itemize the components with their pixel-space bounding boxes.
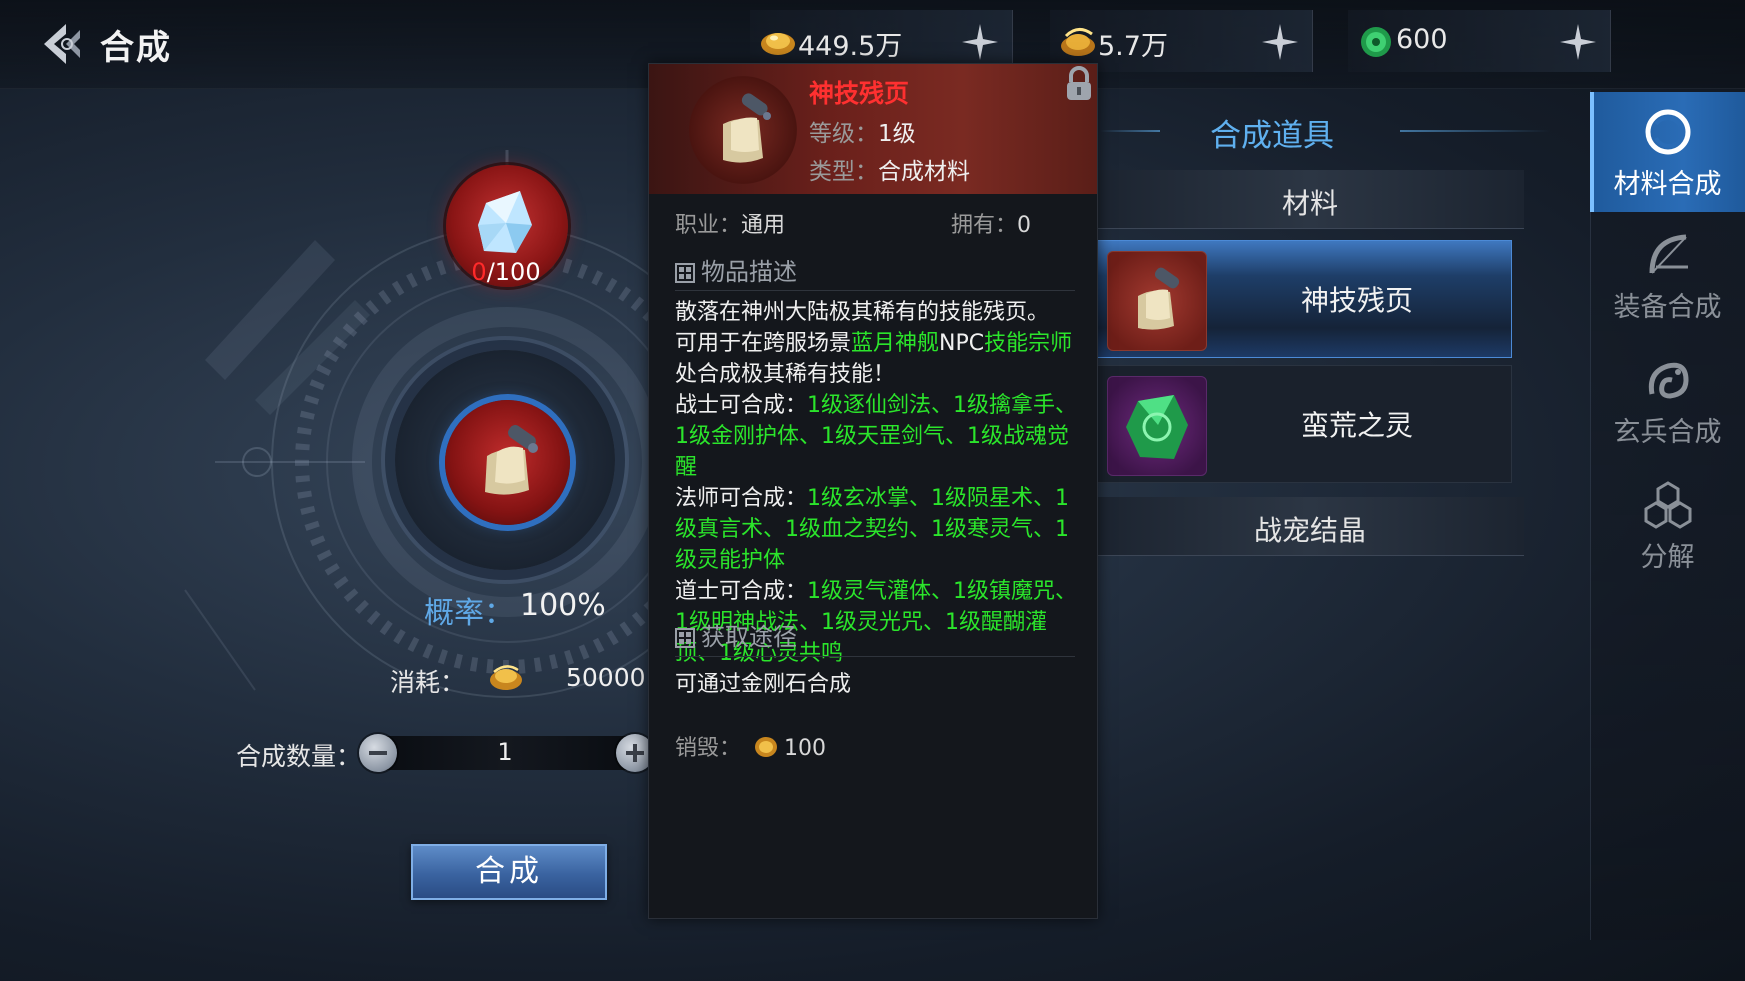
hexagons-icon: [1644, 481, 1692, 529]
tooltip-level: 等级：1级: [809, 114, 916, 148]
gold-ingot-icon: [761, 33, 795, 55]
grid-icon: [675, 263, 695, 283]
class-key: 职业：: [675, 213, 742, 238]
decrease-quantity-button[interactable]: [359, 734, 397, 772]
add-bound-gold-button[interactable]: [1260, 22, 1300, 62]
category-pet-crystal[interactable]: 战宠结晶: [1096, 497, 1524, 556]
tab-material-synthesis[interactable]: 材料合成: [1590, 92, 1745, 212]
category-materials[interactable]: 材料: [1096, 170, 1524, 229]
back-arrow-icon[interactable]: [36, 18, 88, 70]
description-text: NPC: [939, 331, 985, 356]
mage-skills: 法师可合成：1级玄冰掌、1级陨星术、1级真言术、1级血之契约、1级寒灵气、1级灵…: [675, 483, 1080, 576]
grid-icon: [675, 628, 695, 648]
item-label: 蛮荒之灵: [1300, 409, 1413, 442]
list-item-divine-skill-page[interactable]: 神技残页: [1096, 240, 1512, 358]
gold-ingot-icon: [490, 665, 522, 690]
tab-label: 装备合成: [1613, 292, 1722, 323]
title-decoration-left: [1100, 130, 1160, 132]
tab-equipment-synthesis[interactable]: 装备合成: [1590, 215, 1745, 335]
green-crystal-icon: [1126, 395, 1188, 459]
class-value: 通用: [741, 213, 786, 238]
description-line: 可用于在跨服场景蓝月神舰NPC技能宗师处合成极其稀有技能！: [675, 328, 1080, 390]
description-header: 物品描述: [675, 252, 797, 287]
category-materials-label: 材料: [1281, 187, 1338, 220]
description-text: 可用于在跨服场景: [675, 331, 852, 356]
jade-coin-icon: [1361, 27, 1391, 57]
add-jade-button[interactable]: [1558, 22, 1598, 62]
level-key: 等级：: [809, 121, 878, 147]
description-text: 处合成极其稀有技能！: [675, 362, 896, 387]
material-have: 0: [471, 258, 487, 286]
type-key: 类型：: [809, 159, 878, 185]
tooltip-class: 职业：通用: [675, 207, 785, 239]
list-item-wild-spirit[interactable]: 蛮荒之灵: [1096, 365, 1512, 483]
tooltip-type: 类型：合成材料: [809, 152, 970, 186]
bow-icon: [1649, 234, 1688, 274]
description-header-label: 物品描述: [701, 258, 797, 286]
divider: [675, 290, 1075, 291]
destroy-value: 100: [784, 736, 827, 761]
quantity-input[interactable]: 1: [380, 738, 630, 766]
title-decoration-right: [1400, 130, 1550, 132]
currency-jade: 600: [1348, 10, 1611, 72]
npc-highlight: 技能宗师: [984, 331, 1073, 356]
probability-value: 100%: [520, 588, 606, 623]
gold-coin-icon: [755, 737, 778, 757]
destroy-key: 销毁：: [675, 736, 742, 761]
cost-label: 消耗：: [390, 668, 466, 697]
level-value: 1级: [878, 121, 916, 147]
destroy-value-row: 销毁： 100: [675, 730, 826, 762]
add-gold-button[interactable]: [960, 22, 1000, 62]
taoist-key: 道士可合成：: [675, 579, 808, 604]
material-need: /100: [486, 258, 541, 286]
warrior-key: 战士可合成：: [675, 393, 808, 418]
category-pet-label: 战宠结晶: [1253, 514, 1366, 547]
game-screen: 合成 449.5万 5.7万 600 0/100 概率： 100% 消耗： 50…: [0, 0, 1745, 981]
cycle-icon: [1645, 109, 1691, 155]
owned-key: 拥有：: [951, 213, 1018, 238]
tab-divine-weapon-synthesis[interactable]: 玄兵合成: [1590, 340, 1745, 460]
tab-decompose[interactable]: 分解: [1590, 465, 1745, 585]
jade-amount: 600: [1396, 24, 1448, 55]
minus-icon: [369, 751, 387, 755]
dragon-icon: [1648, 362, 1689, 399]
mage-key: 法师可合成：: [675, 486, 808, 511]
item-icon-frame: [1107, 251, 1207, 351]
cost-value: 50000: [566, 663, 646, 692]
synthesize-button[interactable]: 合成: [411, 844, 607, 900]
synthesis-target-slot[interactable]: [445, 400, 570, 525]
type-value: 合成材料: [878, 159, 970, 185]
gold-amount: 449.5万: [798, 31, 903, 62]
source-text: 可通过金刚石合成: [675, 672, 852, 697]
source-header-label: 获取途径: [701, 623, 797, 651]
tooltip-item-name: 神技残页: [809, 79, 910, 108]
divider: [675, 656, 1075, 657]
tab-label: 材料合成: [1613, 169, 1722, 200]
location-highlight: 蓝月神舰: [851, 331, 940, 356]
description-line: 散落在神州大陆极其稀有的技能残页。: [675, 300, 1050, 325]
item-icon-frame: [1107, 376, 1207, 476]
list-title: 合成道具: [1210, 118, 1334, 154]
probability-label: 概率：: [424, 596, 514, 631]
owned-value: 0: [1017, 213, 1032, 238]
bound-gold-amount: 5.7万: [1098, 31, 1168, 62]
warrior-skills: 战士可合成：1级逐仙剑法、1级擒拿手、1级金刚护体、1级天罡剑气、1级战魂觉醒: [675, 390, 1080, 483]
skill-scroll-icon: [485, 425, 538, 495]
tooltip-owned: 拥有：0: [951, 207, 1031, 239]
tab-label: 玄兵合成: [1613, 417, 1722, 448]
source-header: 获取途径: [675, 617, 797, 652]
quantity-label: 合成数量：: [236, 742, 362, 771]
skill-scroll-icon: [723, 93, 771, 163]
tooltip-item-icon: [689, 76, 797, 184]
tab-label: 分解: [1640, 542, 1695, 573]
bound-gold-ingot-icon: [1061, 28, 1095, 56]
item-tooltip: 神技残页 等级：1级 类型：合成材料 职业：通用 拥有：0 物品描述 散落在神州…: [648, 63, 1098, 919]
material-count: 0/100: [456, 258, 556, 286]
item-label: 神技残页: [1300, 284, 1413, 317]
lock-icon[interactable]: [1059, 64, 1099, 104]
page-title: 合成: [100, 28, 172, 68]
item-description: 散落在神州大陆极其稀有的技能残页。 可用于在跨服场景蓝月神舰NPC技能宗师处合成…: [675, 297, 1080, 669]
skill-scroll-icon: [1138, 267, 1180, 330]
